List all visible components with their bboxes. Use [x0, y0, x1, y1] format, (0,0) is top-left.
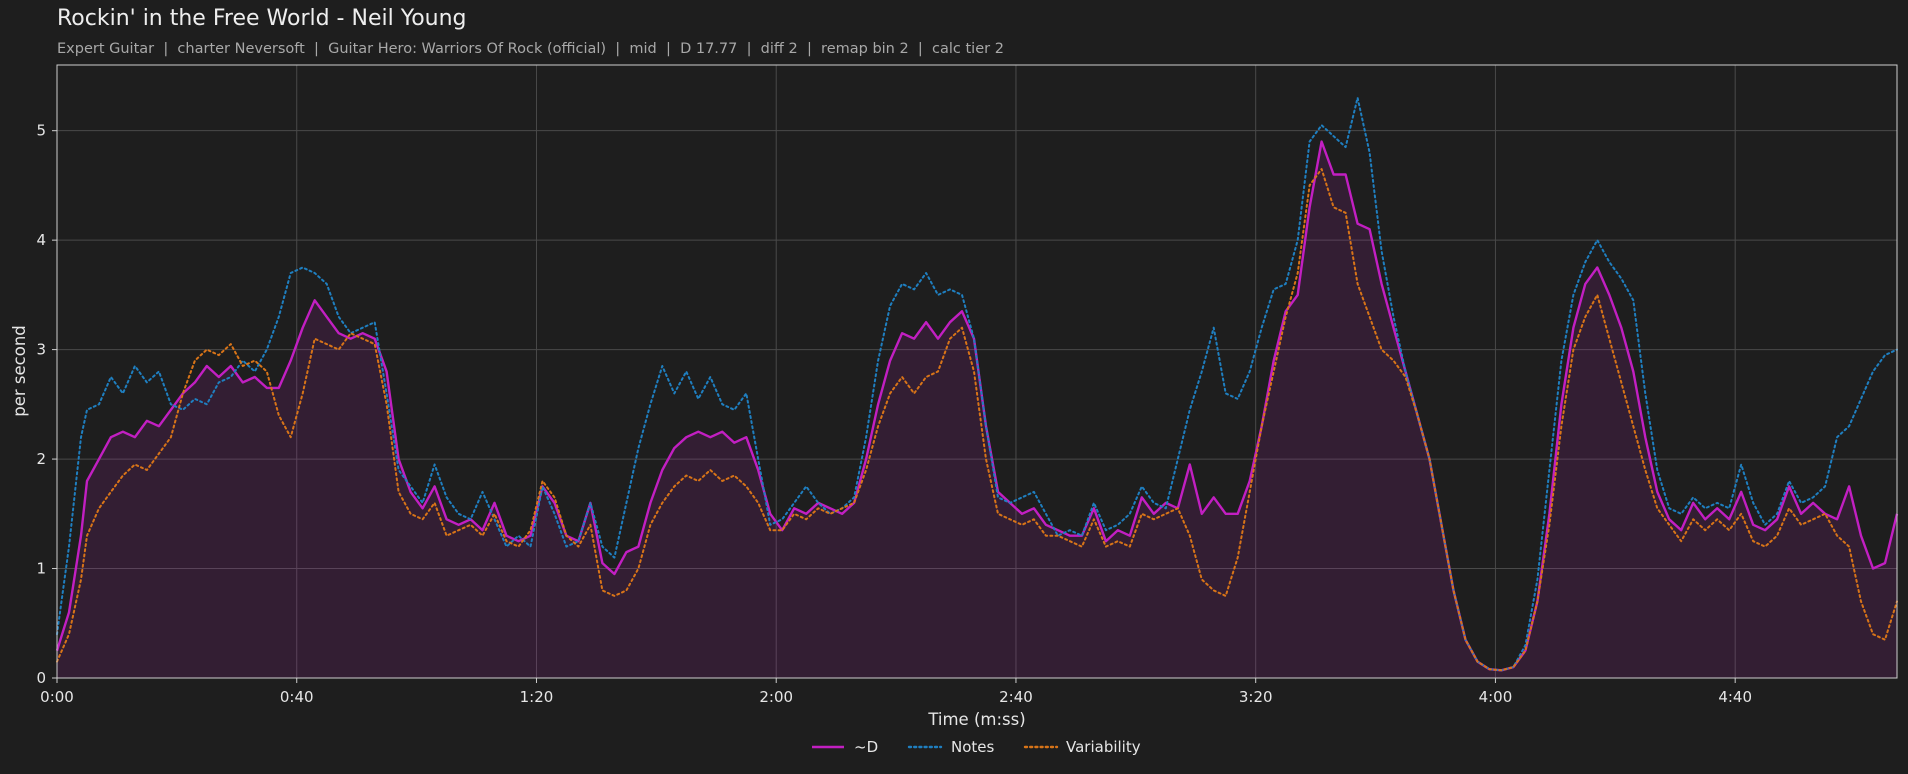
x-axis-label: Time (m:ss) [927, 710, 1025, 729]
legend: ~D Notes Variability [812, 738, 1141, 756]
x-tick-label: 4:40 [1718, 688, 1752, 706]
x-tick-label: 4:00 [1479, 688, 1513, 706]
y-axis-label: per second [10, 325, 29, 417]
y-tick-label: 3 [36, 341, 46, 359]
legend-label-1: Notes [951, 738, 995, 756]
x-tick-label: 0:40 [280, 688, 314, 706]
x-tick-label: 3:20 [1239, 688, 1273, 706]
legend-label-0: ~D [854, 738, 878, 756]
y-axis-ticks: 0 1 2 3 4 5 [36, 122, 57, 687]
y-tick-label: 4 [36, 231, 46, 249]
x-tick-label: 1:20 [520, 688, 554, 706]
line-chart: 0:00 0:40 1:20 2:00 2:40 3:20 4:00 4:40 012345 … [10, 64, 1899, 756]
y-tick-label: 5 [36, 122, 46, 140]
x-tick-label: 2:40 [999, 688, 1033, 706]
x-tick-label: 0:00 [40, 688, 74, 706]
x-axis-ticks: 0:00 0:40 1:20 2:00 2:40 3:20 4:00 4:40 [40, 678, 1752, 706]
series-layer [55, 96, 1899, 679]
y-tick-label: 2 [36, 450, 46, 468]
y-tick-label: 1 [36, 560, 46, 578]
y-tick-label: 0 [36, 669, 46, 687]
x-tick-label: 2:00 [759, 688, 793, 706]
series-fill-0 [57, 141, 1897, 679]
legend-label-2: Variability [1066, 738, 1141, 756]
